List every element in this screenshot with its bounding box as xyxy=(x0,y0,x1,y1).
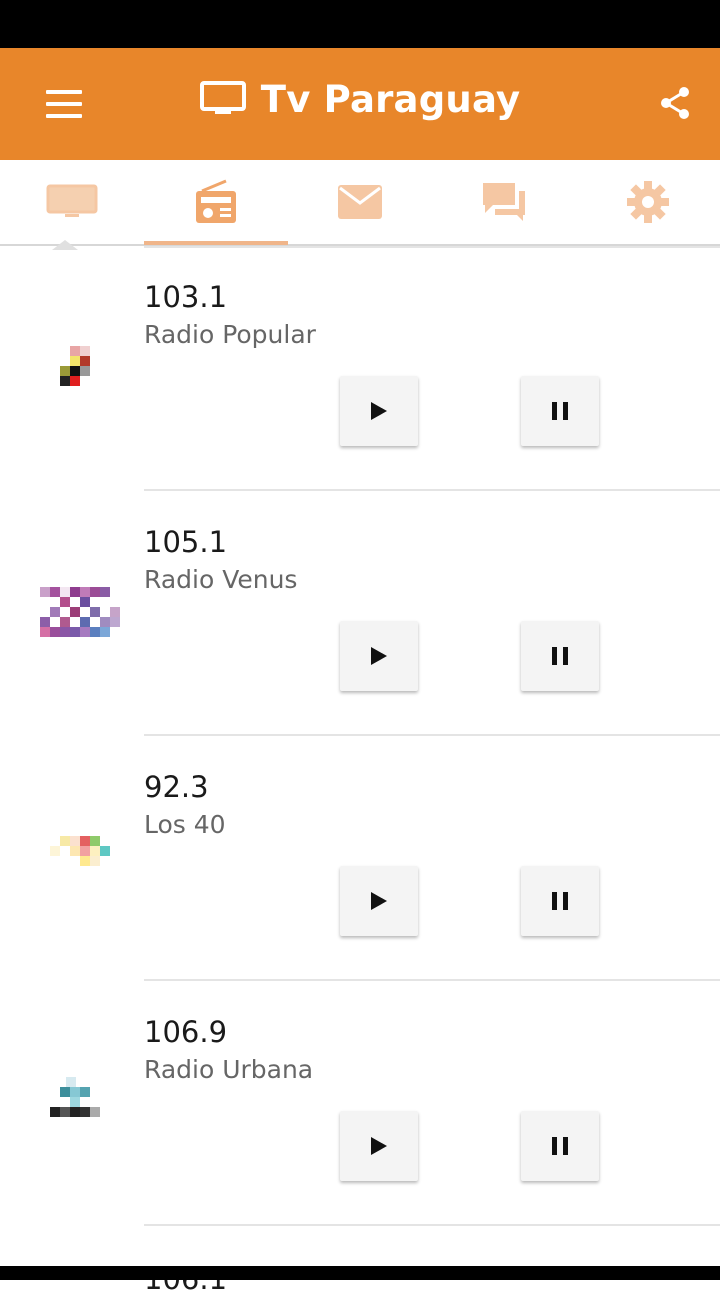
station-frequency: 106.9 xyxy=(144,1015,228,1049)
list-item: 92.3 Los 40 xyxy=(0,736,720,981)
title-group: Tv Paraguay xyxy=(0,78,720,134)
divider xyxy=(144,246,720,248)
mail-icon xyxy=(338,185,382,219)
play-button[interactable] xyxy=(340,866,418,936)
station-frequency: 92.3 xyxy=(144,770,209,804)
play-icon xyxy=(371,892,387,910)
play-icon xyxy=(371,1137,387,1155)
station-logo xyxy=(38,342,122,402)
divider xyxy=(144,1224,720,1226)
pause-icon xyxy=(552,1137,568,1155)
share-icon xyxy=(661,87,689,119)
play-button[interactable] xyxy=(340,621,418,691)
app-bar: Tv Paraguay xyxy=(0,48,720,160)
list-item: 103.1 Radio Popular xyxy=(0,246,720,491)
play-icon xyxy=(371,647,387,665)
share-button[interactable] xyxy=(660,86,700,126)
pause-icon xyxy=(552,402,568,420)
tab-settings[interactable] xyxy=(576,160,720,244)
pause-icon xyxy=(552,892,568,910)
station-logo xyxy=(40,1077,110,1137)
tv-icon xyxy=(46,184,98,217)
station-name: Radio Popular xyxy=(144,320,316,349)
play-button[interactable] xyxy=(340,376,418,446)
play-icon xyxy=(371,402,387,420)
tab-radio[interactable] xyxy=(144,160,288,245)
pause-button[interactable] xyxy=(521,376,599,446)
tv-icon xyxy=(199,80,246,119)
station-frequency: 103.1 xyxy=(144,280,228,314)
pause-icon xyxy=(552,647,568,665)
app-title: Tv Paraguay xyxy=(260,78,521,121)
chat-icon xyxy=(483,183,525,221)
list-item: 106.9 Radio Urbana xyxy=(0,981,720,1226)
station-name: Radio Urbana xyxy=(144,1055,314,1084)
pause-button[interactable] xyxy=(521,621,599,691)
radio-icon xyxy=(196,179,236,223)
station-name: Los 40 xyxy=(144,810,226,839)
pause-button[interactable] xyxy=(521,1111,599,1181)
tab-chat[interactable] xyxy=(432,160,576,244)
navigation-bar xyxy=(0,1266,720,1280)
gear-icon xyxy=(627,181,669,223)
list-item: 105.1 Radio Venus xyxy=(0,491,720,736)
tab-mail[interactable] xyxy=(288,160,432,244)
tab-tv[interactable] xyxy=(0,160,144,244)
station-frequency: 105.1 xyxy=(144,525,228,559)
station-logo xyxy=(36,587,126,647)
tab-bar xyxy=(0,160,720,246)
pause-button[interactable] xyxy=(521,866,599,936)
play-button[interactable] xyxy=(340,1111,418,1181)
station-list: 103.1 Radio Popular 105.1 Radio Venus 92… xyxy=(0,246,720,1226)
station-logo xyxy=(40,832,120,892)
status-bar xyxy=(0,0,720,48)
station-name: Radio Venus xyxy=(144,565,298,594)
